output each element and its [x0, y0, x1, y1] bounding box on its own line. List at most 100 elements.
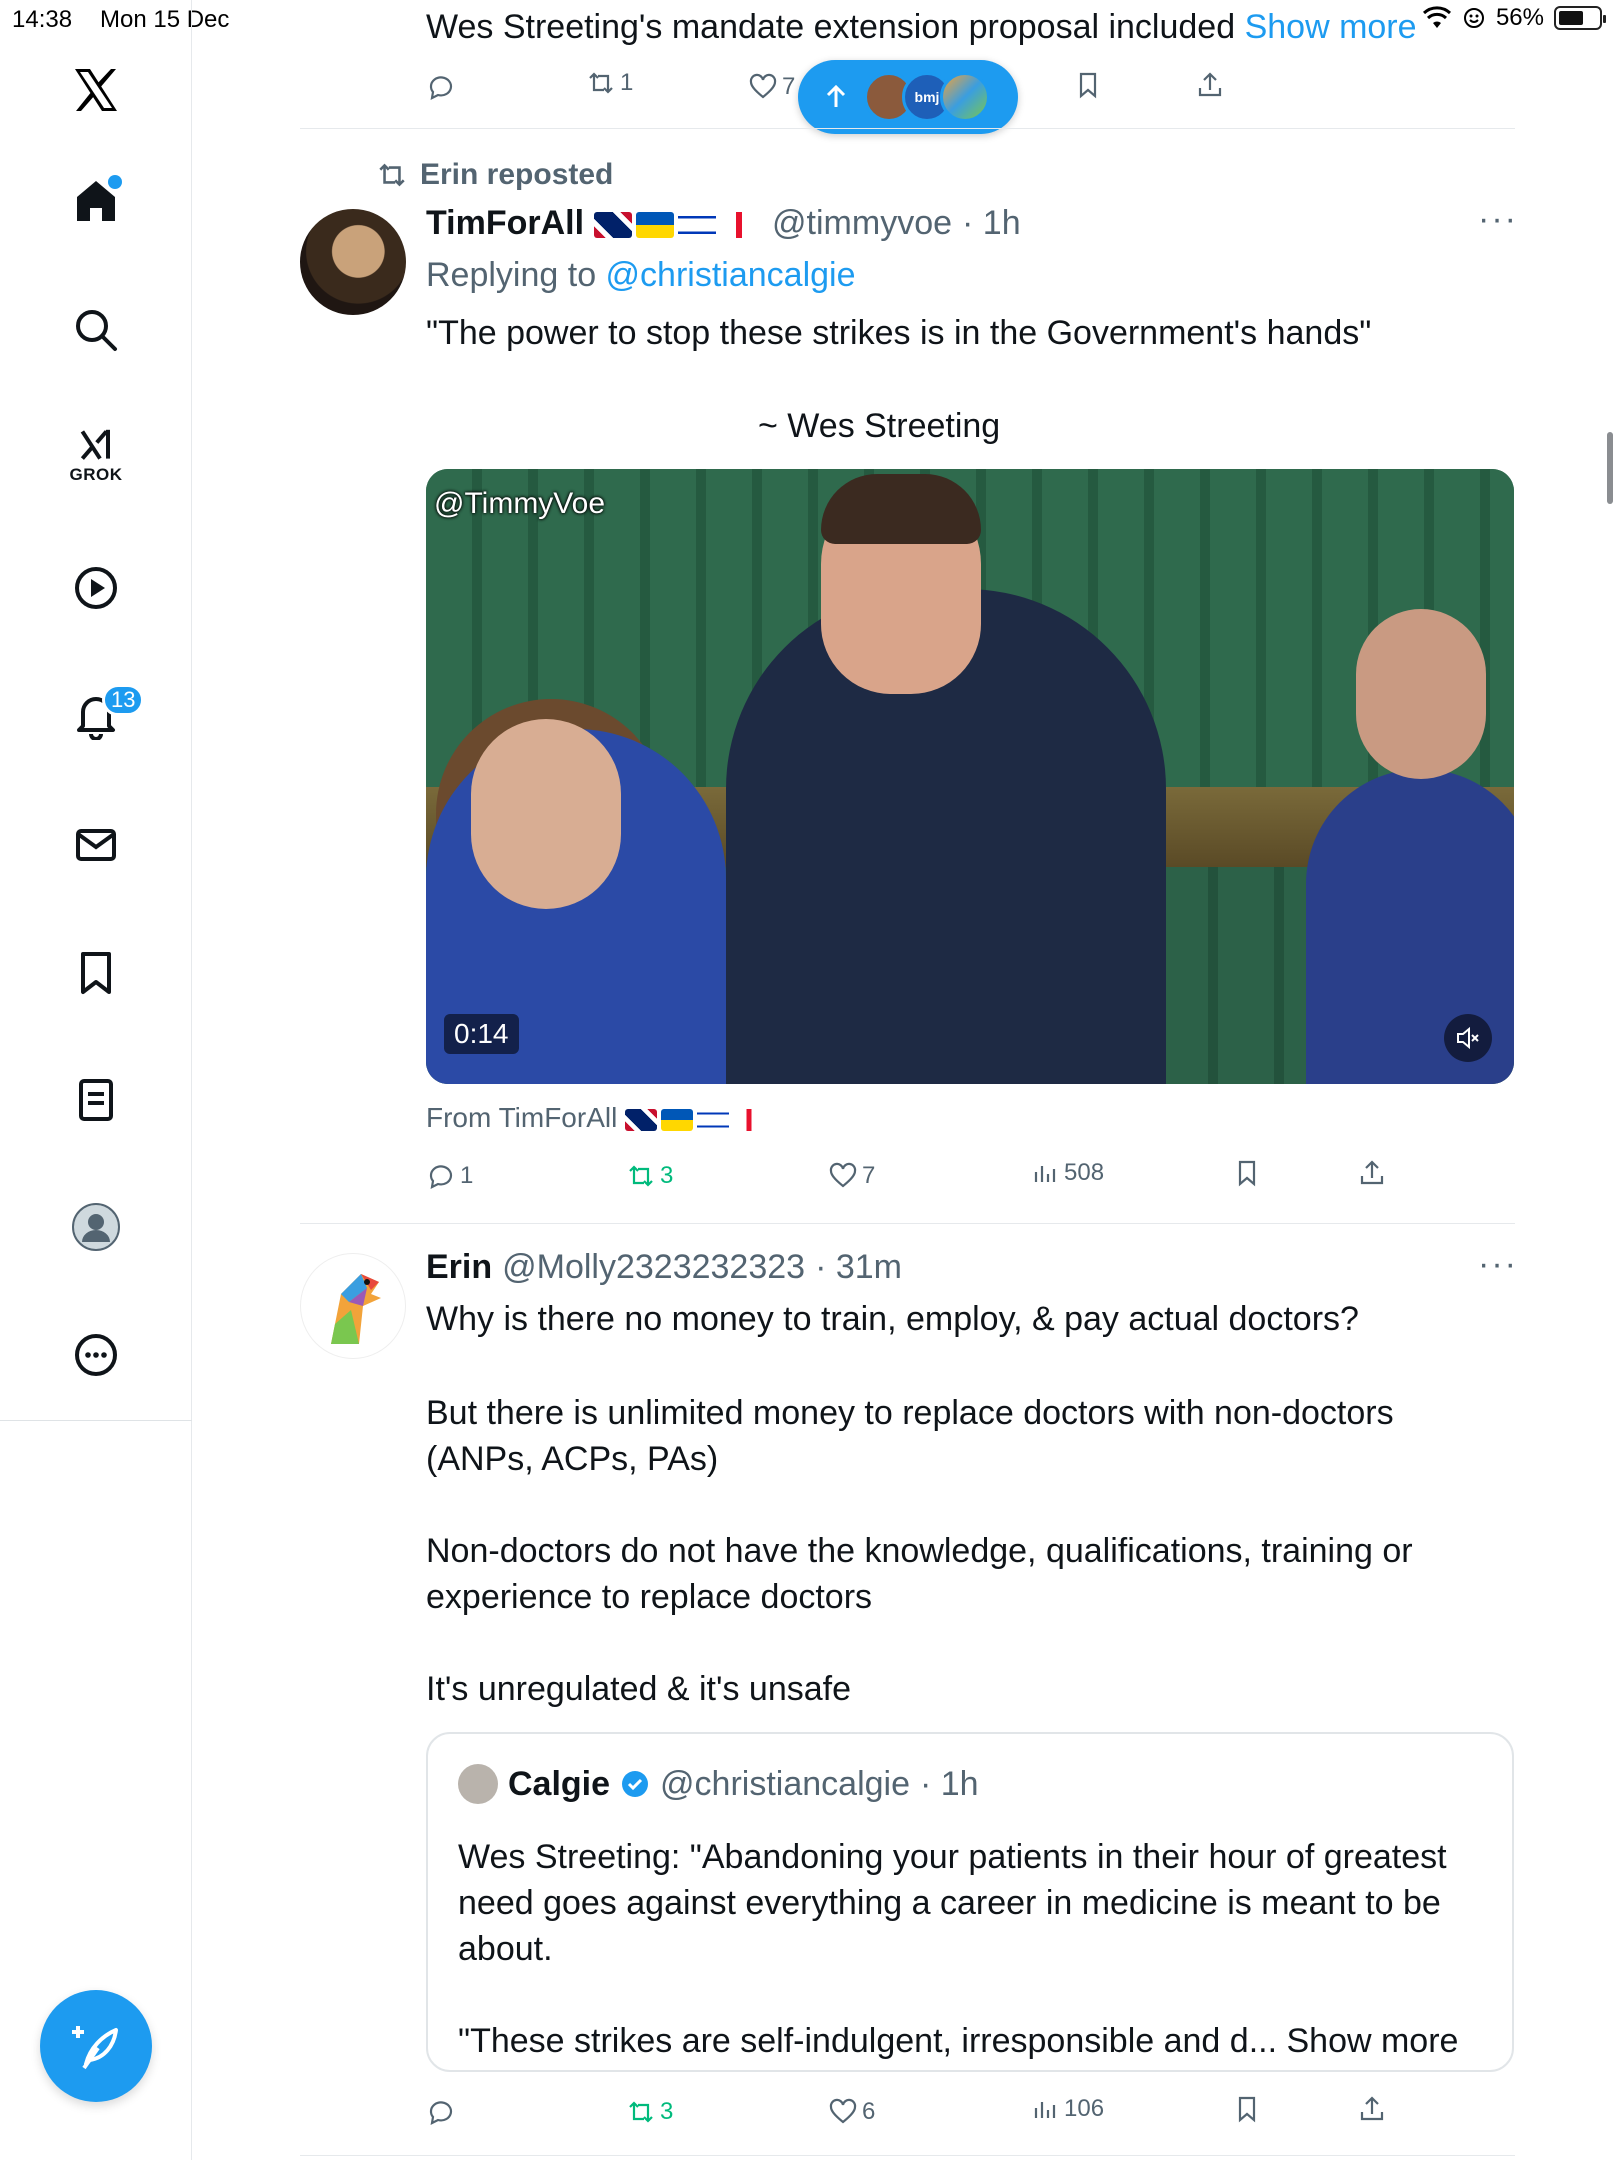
- profile-avatar-icon: [72, 1203, 120, 1251]
- grok-icon: [80, 429, 110, 460]
- arrow-up-icon: [826, 84, 846, 107]
- x-logo[interactable]: [0, 45, 192, 135]
- flag-icons: [625, 1102, 769, 1134]
- replying-to-line: Replying to @christiancalgie: [426, 252, 856, 298]
- replying-to-handle[interactable]: @christiancalgie: [606, 256, 856, 294]
- ukraine-flag-icon: [661, 1108, 694, 1131]
- home-unread-dot: [108, 175, 122, 189]
- heart-icon: [749, 73, 777, 99]
- retweet-count: 3: [660, 2098, 674, 2125]
- avatar: [458, 1764, 498, 1804]
- retweet-count: 3: [660, 1162, 674, 1189]
- video-frame-figure: [1356, 609, 1486, 779]
- share-icon: [1360, 1160, 1384, 1185]
- replying-prefix: Replying to: [426, 256, 606, 294]
- sidebar-item-lists[interactable]: [0, 1055, 192, 1145]
- views-chart-icon: [1034, 2102, 1056, 2118]
- sidebar-item-more[interactable]: [0, 1310, 192, 1400]
- post-paragraph-4: It's unregulated & it's unsafe: [426, 1670, 852, 1708]
- more-options-button[interactable]: ···: [1478, 200, 1518, 239]
- quoted-post[interactable]: Calgie @christiancalgie · 1h Wes Streeti…: [426, 1732, 1514, 2072]
- compose-post-button[interactable]: [40, 1990, 152, 2102]
- video-frame-figure: [471, 719, 621, 909]
- video-duration: 0:14: [444, 1014, 519, 1054]
- author-name[interactable]: Erin: [426, 1248, 492, 1287]
- post-text-line-1: "The power to stop these strikes is in t…: [426, 314, 1372, 352]
- separator: [300, 2155, 1515, 2156]
- sidebar-item-notifications[interactable]: 13: [0, 670, 192, 760]
- bookmark-button[interactable]: [1232, 2094, 1262, 2124]
- retweet-icon: [629, 1165, 653, 1187]
- retweet-icon: [629, 2101, 653, 2123]
- ukraine-flag-icon: [636, 212, 675, 239]
- retweet-icon: [379, 163, 405, 187]
- wifi-icon: [1422, 6, 1451, 28]
- more-circle-icon: [75, 1334, 117, 1376]
- post-time[interactable]: · 1h: [962, 204, 1021, 243]
- views-button[interactable]: 106: [1030, 2094, 1104, 2124]
- retweet-button[interactable]: 3: [626, 1161, 673, 1191]
- scrollbar[interactable]: [1607, 432, 1613, 504]
- sidebar-item-grok[interactable]: GROK: [0, 410, 192, 500]
- sidebar-item-profile[interactable]: [0, 1182, 192, 1272]
- author-handle[interactable]: @timmyvoe: [772, 204, 952, 243]
- share-button[interactable]: [1357, 1158, 1387, 1188]
- quoted-author-handle: @christiancalgie: [660, 1764, 910, 1803]
- bookmark-button[interactable]: [1232, 1158, 1262, 1188]
- video-watermark: @TimmyVoe: [434, 487, 606, 520]
- like-button[interactable]: 7: [828, 1161, 875, 1191]
- reply-button[interactable]: 1: [426, 1161, 473, 1191]
- more-options-button[interactable]: ···: [1478, 1245, 1518, 1284]
- notification-badge: 13: [102, 684, 145, 716]
- post-time[interactable]: · 31m: [815, 1248, 902, 1287]
- avatar[interactable]: [300, 209, 406, 315]
- post-paragraph-2: But there is unlimited money to replace …: [426, 1394, 1394, 1478]
- previous-post-text: Wes Streeting's mandate extension propos…: [426, 8, 1417, 47]
- retweet-button[interactable]: 3: [626, 2097, 673, 2127]
- sidebar-item-search[interactable]: [0, 285, 192, 375]
- author-handle[interactable]: @Molly2323232323: [502, 1248, 805, 1287]
- like-button[interactable]: 6: [828, 2097, 875, 2127]
- retweet-button[interactable]: 1: [586, 68, 633, 98]
- reply-icon: [429, 76, 453, 100]
- focus-icon: [1463, 8, 1484, 28]
- share-button[interactable]: [1357, 2094, 1387, 2124]
- uk-flag-icon: [594, 212, 633, 239]
- eagle-avatar-icon: [331, 1274, 381, 1344]
- sidebar-item-video[interactable]: [0, 543, 192, 633]
- share-icon: [1198, 72, 1222, 97]
- new-posts-pill[interactable]: bmj: [798, 60, 1018, 134]
- sidebar-item-messages[interactable]: [0, 800, 192, 890]
- quoted-post-header: Calgie @christiancalgie · 1h: [458, 1764, 979, 1804]
- status-right: 56%: [1422, 4, 1606, 32]
- from-attribution[interactable]: From TimForAll: [426, 1102, 769, 1134]
- show-more-link[interactable]: Show more: [1245, 8, 1417, 46]
- like-button[interactable]: 7: [748, 72, 795, 102]
- mail-icon: [76, 829, 116, 861]
- from-label: From TimForAll: [426, 1102, 618, 1133]
- bookmark-button[interactable]: [1073, 70, 1103, 100]
- mute-button[interactable]: [1444, 1014, 1492, 1062]
- israel-flag-icon: [697, 1108, 730, 1131]
- video-media[interactable]: @TimmyVoe 0:14: [426, 469, 1514, 1084]
- heart-icon: [829, 2098, 857, 2124]
- share-button[interactable]: [1195, 70, 1225, 100]
- battery-percent: 56%: [1495, 4, 1544, 31]
- quoted-post-time: · 1h: [920, 1764, 979, 1803]
- sidebar-item-bookmarks[interactable]: [0, 928, 192, 1018]
- sidebar-divider: [0, 1420, 192, 1421]
- georgia-flag-icon: [733, 1108, 766, 1131]
- reply-button[interactable]: [426, 72, 456, 102]
- like-count: 6: [862, 2098, 876, 2125]
- avatar[interactable]: [300, 1253, 406, 1359]
- post-paragraph-3: Non-doctors do not have the knowledge, q…: [426, 1532, 1413, 1616]
- views-button[interactable]: 508: [1030, 1158, 1104, 1188]
- sidebar-item-home[interactable]: [0, 155, 192, 245]
- views-count: 106: [1064, 2095, 1105, 2122]
- sidebar: GROK 13: [0, 0, 192, 2160]
- verified-badge-icon: [622, 1771, 649, 1797]
- views-count: 508: [1064, 1159, 1105, 1186]
- repost-label[interactable]: Erin reposted: [420, 158, 613, 192]
- reply-button[interactable]: [426, 2097, 456, 2127]
- author-name[interactable]: TimForAll: [426, 204, 584, 243]
